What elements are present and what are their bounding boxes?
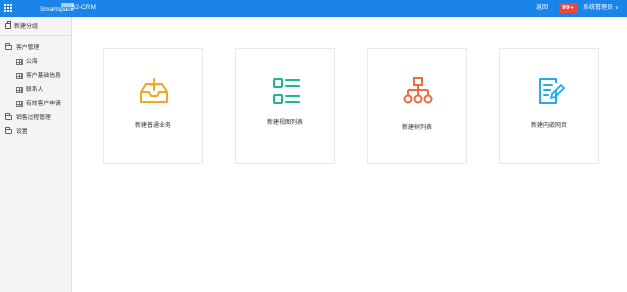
sidebar-item-sales-process[interactable]: 销售过程管理 — [0, 112, 72, 124]
sidebar-item-customer-info[interactable]: 客户基础信息 — [0, 70, 72, 82]
top-navigation-bar: Smartspace S2-CRM 返回 99+ 系统管理员 ∨ — [0, 0, 627, 17]
card-label: 新建视图列表 — [266, 119, 303, 126]
sidebar-item-label: 设置 — [16, 129, 28, 135]
card-label: 新建普通业务 — [134, 122, 171, 129]
card-new-normal-business[interactable]: 新建普通业务 — [103, 48, 203, 164]
card-new-embedded-webpage[interactable]: 新建内嵌网页 — [499, 48, 599, 164]
table-icon — [16, 87, 23, 93]
sidebar-item-settings[interactable]: 设置 — [0, 126, 72, 138]
sidebar-item-label: 联系人 — [26, 87, 44, 93]
card-label: 新建树列表 — [401, 124, 432, 131]
table-icon — [16, 73, 23, 79]
card-new-tree-list[interactable]: 新建树列表 — [367, 48, 467, 164]
list-view-icon — [273, 78, 300, 104]
sidebar-item-customer-management[interactable]: 客户管理 — [0, 42, 72, 54]
sidebar-item-label: 客户管理 — [16, 45, 40, 51]
tree-structure-icon — [403, 77, 433, 104]
card-label: 新建内嵌网页 — [530, 122, 567, 129]
table-icon — [16, 59, 23, 65]
sidebar: 新建分组 客户管理 公海 客户基础信息 联系人 有效客户申请 销售过程管理 设置 — [0, 17, 72, 292]
user-name: 系统管理员 — [583, 4, 614, 11]
user-menu[interactable]: 系统管理员 ∨ — [583, 3, 619, 13]
folder-icon — [5, 43, 12, 50]
sidebar-item-contacts[interactable]: 联系人 — [0, 84, 72, 96]
app-grid-icon[interactable] — [4, 4, 12, 12]
sidebar-item-valid-customer-request[interactable]: 有效客户申请 — [0, 98, 72, 110]
chevron-down-icon: ∨ — [615, 5, 619, 11]
sidebar-item-label: 客户基础信息 — [26, 73, 61, 79]
notification-badge[interactable]: 99+ — [559, 3, 578, 13]
folder-icon — [5, 113, 12, 120]
sidebar-item-label: 销售过程管理 — [16, 115, 51, 121]
new-group-button[interactable]: 新建分组 — [0, 17, 72, 36]
sidebar-item-label: 有效客户申请 — [26, 101, 61, 107]
inbox-plus-icon — [140, 78, 168, 103]
table-icon — [16, 101, 23, 107]
sidebar-item-label: 公海 — [26, 59, 38, 65]
card-new-view-list[interactable]: 新建视图列表 — [235, 48, 335, 164]
back-link[interactable]: 返回 — [536, 3, 548, 13]
folder-icon — [5, 127, 12, 134]
sidebar-item-public-pool[interactable]: 公海 — [0, 56, 72, 68]
logo-text: Smartspace — [40, 6, 75, 13]
new-group-label: 新建分组 — [14, 23, 39, 30]
app-title: S2-CRM — [71, 4, 96, 11]
edit-document-icon — [539, 78, 565, 104]
folder-add-icon — [5, 21, 11, 29]
